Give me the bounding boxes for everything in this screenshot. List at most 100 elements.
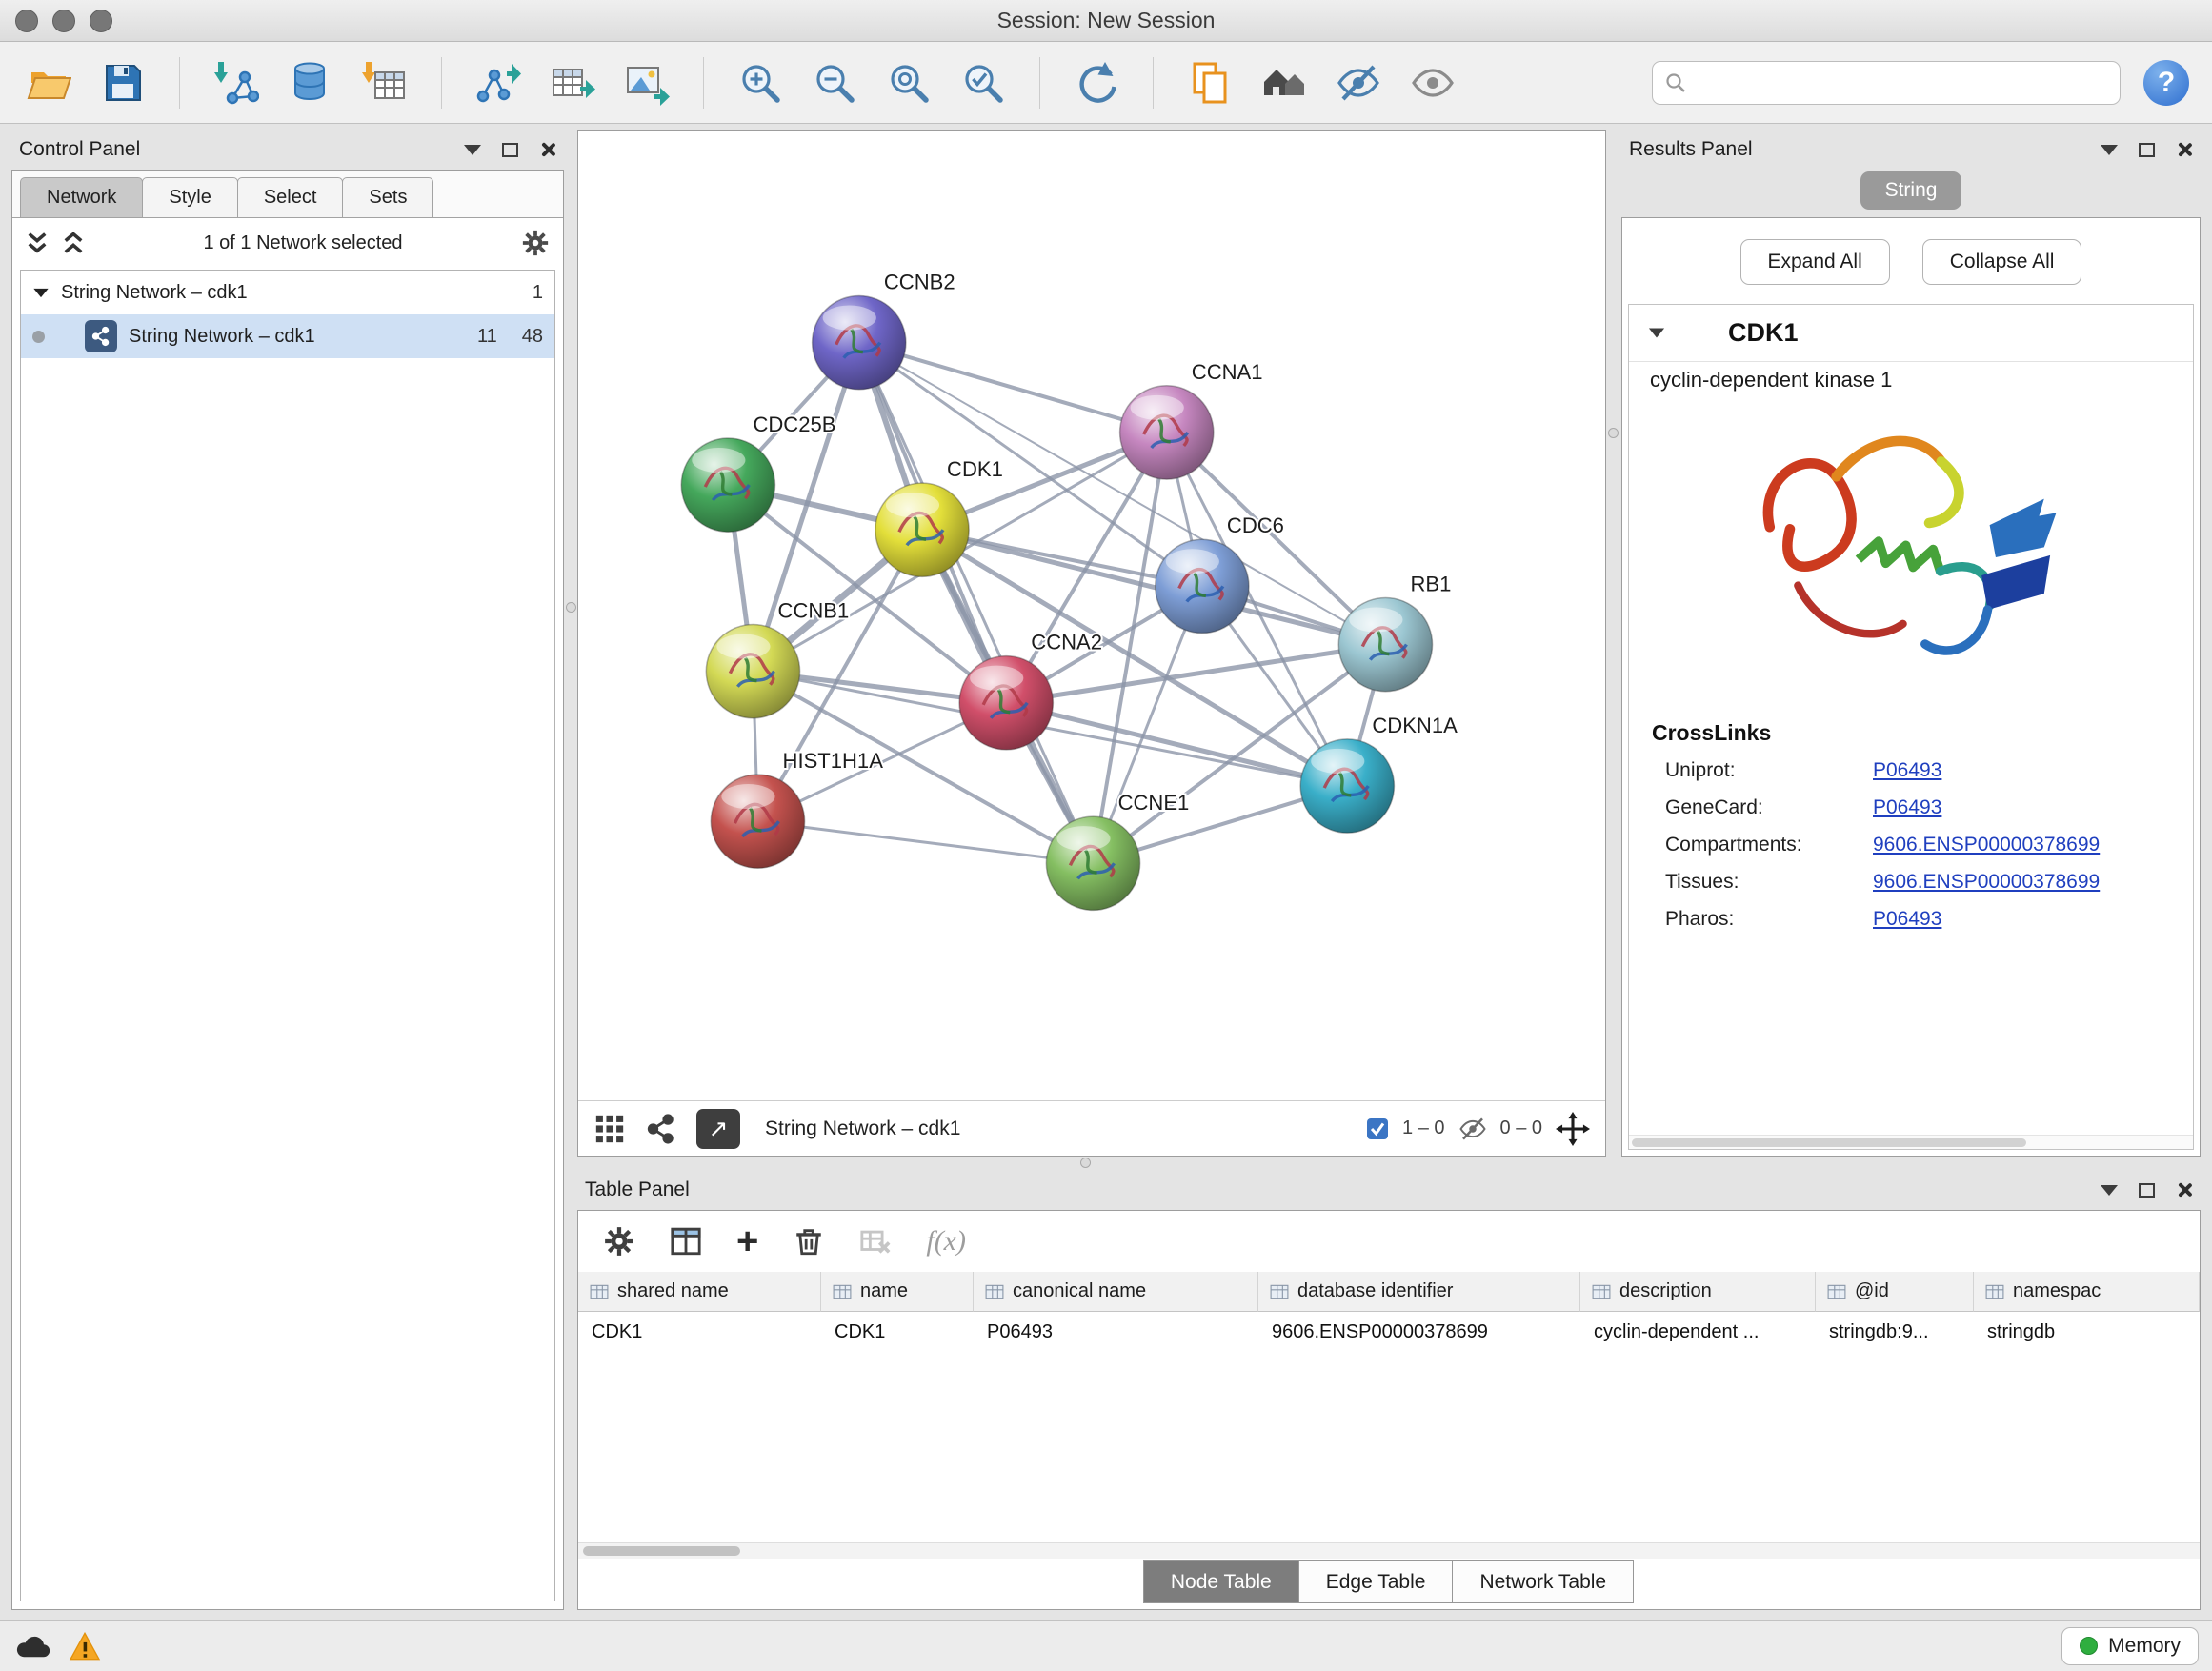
zoom-selected-button[interactable] xyxy=(957,57,1009,109)
table-horizontal-scrollbar[interactable] xyxy=(578,1542,2200,1559)
homes-button[interactable] xyxy=(1258,57,1310,109)
open-session-button[interactable] xyxy=(23,57,74,109)
float-panel-icon[interactable] xyxy=(502,143,518,157)
results-horizontal-scrollbar[interactable] xyxy=(1629,1135,2193,1149)
search-field[interactable] xyxy=(1652,61,2121,105)
table-options-button[interactable] xyxy=(603,1225,635,1258)
expand-all-button[interactable]: Expand All xyxy=(1740,239,1890,285)
selected-checkbox-icon[interactable] xyxy=(1366,1117,1389,1140)
minimize-window-button[interactable] xyxy=(52,10,75,32)
edge-CDK1-RB1[interactable] xyxy=(922,530,1385,644)
float-panel-icon[interactable] xyxy=(2139,1183,2155,1198)
network-collection-row[interactable]: String Network – cdk1 1 xyxy=(21,271,554,314)
save-session-button[interactable] xyxy=(97,57,149,109)
cell-name[interactable]: CDK1 xyxy=(821,1312,974,1352)
column-header-shared-name[interactable]: shared name xyxy=(578,1272,821,1312)
export-table-button[interactable] xyxy=(547,57,598,109)
compartments-link[interactable]: 9606.ENSP00000378699 xyxy=(1873,834,2170,856)
apply-layout-button[interactable] xyxy=(1071,57,1122,109)
cloud-status-button[interactable] xyxy=(13,1632,51,1661)
scrollbar-thumb[interactable] xyxy=(583,1546,740,1556)
delete-table-button-disabled[interactable] xyxy=(859,1225,892,1258)
section-disclosure-icon[interactable] xyxy=(1649,329,1664,338)
pharos-link[interactable]: P06493 xyxy=(1873,908,2170,931)
birdseye-view-icon[interactable] xyxy=(645,1113,677,1145)
export-image-button[interactable] xyxy=(621,57,673,109)
tab-select[interactable]: Select xyxy=(237,177,344,217)
cell-id[interactable]: stringdb:9... xyxy=(1816,1312,1974,1352)
collapse-panel-icon[interactable] xyxy=(2101,145,2118,155)
help-button[interactable]: ? xyxy=(2143,60,2189,106)
zoom-fit-button[interactable] xyxy=(883,57,935,109)
column-header-description[interactable]: description xyxy=(1580,1272,1816,1312)
tab-sets[interactable]: Sets xyxy=(342,177,433,217)
close-panel-icon[interactable] xyxy=(539,141,556,158)
edge-CCNE1-HIST1H1A[interactable] xyxy=(757,821,1093,863)
node-CDKN1A[interactable]: CDKN1A xyxy=(1300,714,1458,833)
cell-database-identifier[interactable]: 9606.ENSP00000378699 xyxy=(1258,1312,1580,1352)
uniprot-link[interactable]: P06493 xyxy=(1873,759,2170,782)
string-results-tab[interactable]: String xyxy=(1860,171,1962,210)
node-CDC25B[interactable]: CDC25B xyxy=(681,413,835,532)
cell-shared-name[interactable]: CDK1 xyxy=(578,1312,821,1352)
show-columns-button[interactable] xyxy=(670,1225,702,1258)
network-row[interactable]: String Network – cdk1 11 48 xyxy=(21,314,554,358)
cell-canonical-name[interactable]: P06493 xyxy=(974,1312,1258,1352)
close-panel-icon[interactable] xyxy=(2176,141,2193,158)
node-CDK1[interactable]: CDK1 xyxy=(875,457,1003,576)
tab-edge-table[interactable]: Edge Table xyxy=(1298,1560,1454,1603)
network-canvas[interactable]: CCNB2CCNA1CDC25BCDK1CDC6RB1CCNB1CCNA2CDK… xyxy=(578,131,1605,1100)
collapse-all-networks-icon[interactable] xyxy=(62,231,85,255)
export-network-button[interactable] xyxy=(473,57,524,109)
node-HIST1H1A[interactable]: HIST1H1A xyxy=(711,749,883,868)
import-network-file-button[interactable] xyxy=(211,57,262,109)
zoom-in-button[interactable] xyxy=(734,57,786,109)
detach-view-button[interactable]: ↗ xyxy=(696,1109,740,1149)
tab-network-table[interactable]: Network Table xyxy=(1452,1560,1634,1603)
collapse-all-button[interactable]: Collapse All xyxy=(1922,239,2082,285)
scrollbar-thumb[interactable] xyxy=(1632,1138,2026,1147)
maximize-window-button[interactable] xyxy=(90,10,112,32)
import-network-database-button[interactable] xyxy=(285,57,336,109)
network-graph[interactable]: CCNB2CCNA1CDC25BCDK1CDC6RB1CCNB1CCNA2CDK… xyxy=(578,131,1605,1100)
function-builder-button[interactable]: f(x) xyxy=(926,1225,966,1258)
expand-all-networks-icon[interactable] xyxy=(26,231,49,255)
tissues-link[interactable]: 9606.ENSP00000378699 xyxy=(1873,871,2170,894)
network-options-gear-icon[interactable] xyxy=(521,229,550,257)
grid-view-icon[interactable] xyxy=(593,1113,626,1145)
hide-details-button[interactable] xyxy=(1333,57,1384,109)
protein-section-header[interactable]: CDK1 xyxy=(1629,305,2193,362)
column-header-id[interactable]: @id xyxy=(1816,1272,1974,1312)
tab-node-table[interactable]: Node Table xyxy=(1143,1560,1299,1603)
cell-namespace[interactable]: stringdb xyxy=(1974,1312,2200,1352)
edge-CCNB2-CCNA1[interactable] xyxy=(859,343,1167,433)
node-CCNB2[interactable]: CCNB2 xyxy=(813,270,955,389)
edge-CCNB2-CCNE1[interactable] xyxy=(859,343,1094,864)
search-input[interactable] xyxy=(1695,71,2108,94)
column-header-namespace[interactable]: namespac xyxy=(1974,1272,2200,1312)
float-panel-icon[interactable] xyxy=(2139,143,2155,157)
document-button[interactable] xyxy=(1184,57,1236,109)
hidden-eye-slash-icon[interactable] xyxy=(1458,1115,1487,1143)
cell-description[interactable]: cyclin-dependent ... xyxy=(1580,1312,1816,1352)
collapse-panel-icon[interactable] xyxy=(464,145,481,155)
show-details-button[interactable] xyxy=(1407,57,1458,109)
column-header-name[interactable]: name xyxy=(821,1272,974,1312)
disclosure-triangle-icon[interactable] xyxy=(33,288,48,296)
zoom-out-button[interactable] xyxy=(809,57,860,109)
close-window-button[interactable] xyxy=(15,10,38,32)
import-table-button[interactable] xyxy=(359,57,411,109)
warnings-button[interactable] xyxy=(69,1632,101,1661)
table-row[interactable]: CDK1 CDK1 P06493 9606.ENSP00000378699 cy… xyxy=(578,1312,2200,1352)
collapse-panel-icon[interactable] xyxy=(2101,1185,2118,1196)
genecard-link[interactable]: P06493 xyxy=(1873,796,2170,819)
network-view[interactable]: CCNB2CCNA1CDC25BCDK1CDC6RB1CCNB1CCNA2CDK… xyxy=(577,130,1606,1157)
close-panel-icon[interactable] xyxy=(2176,1181,2193,1198)
delete-column-button[interactable] xyxy=(793,1225,825,1258)
column-header-canonical-name[interactable]: canonical name xyxy=(974,1272,1258,1312)
pan-crosshair-icon[interactable] xyxy=(1556,1112,1590,1146)
column-header-database-identifier[interactable]: database identifier xyxy=(1258,1272,1580,1312)
memory-button[interactable]: Memory xyxy=(2061,1627,2199,1665)
node-CCNA1[interactable]: CCNA1 xyxy=(1120,360,1263,479)
create-column-button[interactable]: + xyxy=(736,1227,758,1256)
